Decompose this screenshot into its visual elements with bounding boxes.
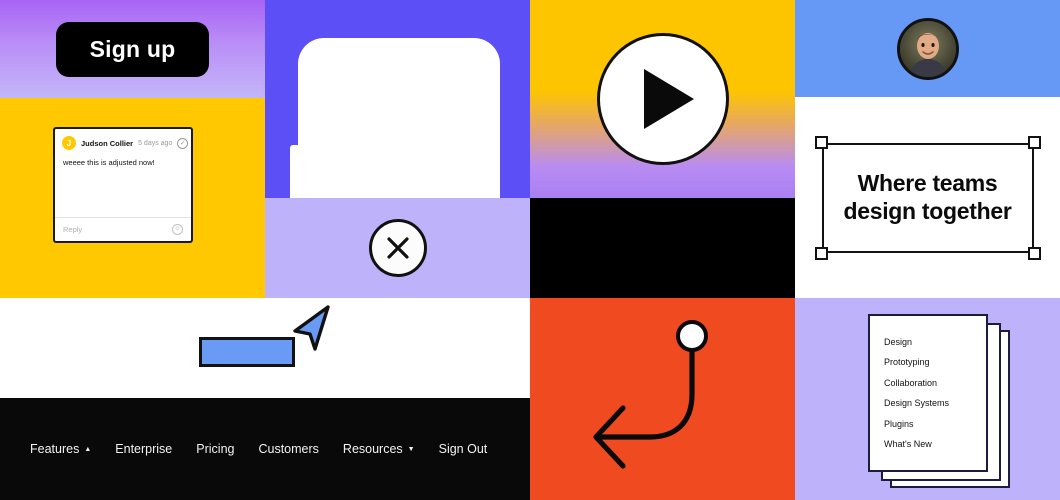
menu-item-design-systems[interactable]: Design Systems [884,398,972,408]
phone-mockup-icon [298,38,500,198]
check-circle-icon[interactable]: ✓ [177,137,189,149]
nav-item-resources[interactable]: Resources ▼ [343,442,415,456]
resize-handle-top-left[interactable] [814,135,828,149]
resize-handle-bottom-right[interactable] [1027,246,1041,260]
close-icon[interactable] [368,219,427,277]
panel-device-mockup [265,0,530,198]
nav-label: Sign Out [438,442,488,456]
panel-navigation: Features ▲ Enterprise Pricing Customers … [0,398,530,500]
nav-item-pricing[interactable]: Pricing [196,442,234,456]
menu-item-prototyping[interactable]: Prototyping [884,357,972,367]
panel-black [530,198,795,298]
menu-item-design[interactable]: Design [884,337,972,347]
tagline-line-1: Where teams [857,170,998,197]
nav-label: Pricing [196,442,235,456]
comment-card[interactable]: J Judson Collier 5 days ago ✓ weeee this… [53,127,193,243]
nav-item-features[interactable]: Features ▲ [30,442,91,456]
nav-item-enterprise[interactable]: Enterprise [115,442,172,456]
cursor-arrow-icon[interactable] [291,304,333,352]
avatar[interactable] [896,17,959,80]
page-title: Where teams design together [822,143,1034,253]
play-triangle-glyph [643,69,694,129]
menu-item-plugins[interactable]: Plugins [884,419,972,429]
comment-author: Judson Collier [81,138,134,148]
panel-signup: Sign up [0,0,265,98]
phone-side-button-icon [290,145,300,198]
nav-label: Resources [342,442,403,456]
menu-item-whats-new[interactable]: What's New [884,439,972,449]
comment-avatar: J [62,136,76,150]
tagline-selection[interactable]: Where teams design together [814,135,1041,260]
nav-item-customers[interactable]: Customers [258,442,318,456]
nav-list: Features ▲ Enterprise Pricing Customers … [0,442,487,456]
tagline-line-2: design together [843,197,1012,224]
comment-header: J Judson Collier 5 days ago ✓ [55,129,191,154]
comment-footer: Reply ☺ [55,217,191,241]
nav-label: Customers [258,442,319,456]
chevron-up-icon: ▲ [84,445,92,453]
curved-arrow-icon [593,320,708,469]
resize-handle-top-right[interactable] [1027,135,1041,149]
emoji-icon[interactable]: ☺ [172,224,183,235]
nav-label: Features [30,442,80,456]
selected-rectangle[interactable] [199,337,295,367]
panel-menu: Design Prototyping Collaboration Design … [795,298,1060,500]
panel-cursor [0,298,530,398]
nav-label: Enterprise [115,442,173,456]
sign-up-button[interactable]: Sign up [55,21,210,77]
comment-timestamp: 5 days ago [138,139,173,147]
chevron-down-icon: ▼ [407,445,415,453]
x-glyph [386,237,409,259]
panel-arrow [530,298,795,500]
reply-input[interactable]: Reply [63,225,82,234]
menu-sheet-front[interactable]: Design Prototyping Collaboration Design … [868,314,988,472]
menu-item-collaboration[interactable]: Collaboration [884,378,972,388]
panel-close [265,198,530,298]
collage-canvas: Sign up J Judson Collier 5 days ago ✓ we… [0,0,1060,500]
resize-handle-bottom-left[interactable] [814,246,828,260]
comment-message: weeee this is adjusted now! [63,158,155,167]
panel-tagline: Where teams design together [795,97,1060,298]
play-icon[interactable] [596,33,729,165]
arrow-endpoint-handle[interactable] [676,320,708,352]
nav-item-sign-out[interactable]: Sign Out [439,442,488,456]
user-avatar-photo [899,20,956,77]
panel-avatar [795,0,1060,97]
panel-comment: J Judson Collier 5 days ago ✓ weeee this… [0,98,265,298]
panel-play [530,0,795,198]
